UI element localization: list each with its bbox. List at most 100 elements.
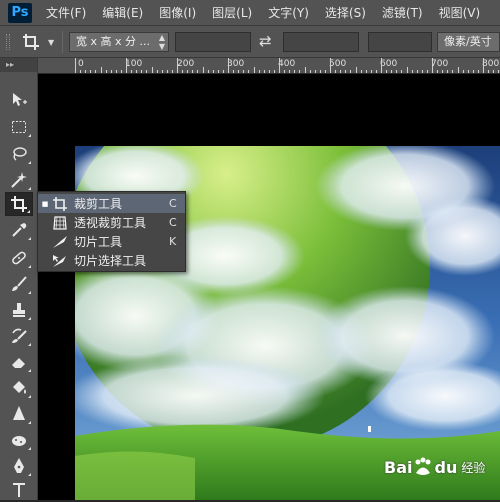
ruler-label: 200 (177, 59, 195, 69)
ruler-label: 100 (125, 59, 143, 69)
flyout-slice-select-tool[interactable]: 切片选择工具 (38, 251, 185, 270)
menu-type[interactable]: 文字(Y) (268, 4, 309, 21)
ruler-tick (411, 70, 413, 73)
select-arrows-icon: ▲ ▼ (158, 33, 165, 51)
menu-image[interactable]: 图像(I) (159, 4, 196, 21)
unit-select[interactable]: 像素/英寸 (437, 32, 500, 52)
ratio-select[interactable]: 宽 x 高 x 分 ... ▲ ▼ (69, 32, 169, 52)
marquee-tool[interactable] (5, 115, 33, 139)
magic-wand-tool[interactable] (5, 168, 33, 192)
flyout-perspective-crop-tool[interactable]: 透视裁剪工具 C (38, 213, 185, 232)
menu-edit[interactable]: 编辑(E) (102, 4, 143, 21)
menu-filter[interactable]: 滤镜(T) (382, 4, 423, 21)
ruler-tick (75, 58, 76, 73)
ruler-tick (493, 70, 495, 73)
resolution-field[interactable] (368, 32, 432, 52)
ruler-tick (498, 70, 500, 73)
crop-tool-icon (11, 196, 27, 212)
crop-icon[interactable] (22, 33, 40, 51)
sponge-icon (12, 436, 26, 446)
ruler-tick (202, 67, 204, 73)
options-bar: ▼ 宽 x 高 x 分 ... ▲ ▼ ⇄ 像素/英寸 (0, 26, 500, 58)
slice-knife-icon (53, 235, 67, 248)
watermark-brand-suffix: du (434, 457, 458, 477)
menu-select[interactable]: 选择(S) (325, 4, 366, 21)
ruler-tick (432, 58, 433, 73)
ruler-tick (447, 70, 449, 73)
watermark-subtitle: 经验 (461, 460, 486, 475)
blur-tool[interactable] (5, 402, 33, 426)
ruler-tick (197, 70, 199, 73)
ratio-select-value: 宽 x 高 x 分 ... (76, 35, 150, 48)
ruler-tick (406, 67, 408, 73)
menu-file[interactable]: 文件(F) (46, 4, 86, 21)
menu-view[interactable]: 视图(V) (439, 4, 481, 21)
clone-stamp-tool[interactable] (5, 298, 33, 322)
slice-select-icon (53, 254, 66, 267)
pen-tool[interactable] (5, 454, 33, 478)
ruler-tick (171, 70, 173, 73)
ruler-tick (177, 58, 178, 73)
blur-drop-icon (13, 406, 25, 420)
ruler-tick (340, 70, 342, 73)
ruler-tick (248, 70, 250, 73)
ruler-tick (212, 70, 214, 73)
ruler-tick (355, 67, 357, 73)
eraser-tool[interactable] (5, 350, 33, 374)
dodge-tool[interactable] (5, 428, 33, 452)
eyedropper-icon (12, 223, 27, 237)
ruler-tick (324, 70, 326, 73)
ruler-tick (381, 58, 382, 73)
selected-bullet-icon: ■ (41, 199, 49, 208)
ruler-tick (467, 70, 469, 73)
flyout-crop-tool[interactable]: ■ 裁剪工具 C (38, 194, 185, 213)
ruler-tick (100, 67, 102, 73)
ruler-label: 400 (278, 59, 296, 69)
flyout-item-shortcut: K (169, 235, 177, 248)
ruler-tick (472, 70, 474, 73)
ruler-tick (126, 58, 127, 73)
ruler-tick (442, 70, 444, 73)
width-field[interactable] (175, 32, 251, 52)
flyout-slice-tool[interactable]: 切片工具 K (38, 232, 185, 251)
ruler-tick (370, 70, 372, 73)
brush-tool[interactable] (5, 272, 33, 296)
toolbox-header[interactable]: ▸▸ (0, 58, 37, 72)
type-tool[interactable] (5, 478, 33, 502)
ruler-tick (294, 70, 296, 73)
ruler-tick (258, 70, 260, 73)
crop-tool[interactable] (5, 192, 33, 216)
move-tool[interactable] (5, 88, 33, 112)
rectangle-marquee-icon (12, 121, 26, 133)
lasso-tool[interactable] (5, 142, 33, 166)
ruler-tick (284, 70, 286, 73)
eyedropper-tool[interactable] (5, 218, 33, 242)
ruler-tick (426, 70, 428, 73)
options-grip-handle[interactable] (6, 34, 10, 50)
flyout-item-label: 切片选择工具 (74, 254, 147, 268)
ruler-tick (452, 70, 454, 73)
ruler-tick (268, 70, 270, 73)
ruler-tick (263, 70, 265, 73)
crop-tool-flyout: ■ 裁剪工具 C 透视裁剪工具 C 切片工具 K 切片选择工具 (37, 191, 186, 272)
ruler-tick (319, 70, 321, 73)
ruler-tick (151, 67, 153, 73)
ruler-tick (396, 70, 398, 73)
ruler-tick (365, 70, 367, 73)
paint-bucket-tool[interactable] (5, 376, 33, 400)
menu-layer[interactable]: 图层(L) (212, 4, 252, 21)
history-brush-tool[interactable] (5, 324, 33, 348)
healing-brush-tool[interactable] (5, 246, 33, 270)
ruler-tick (437, 70, 439, 73)
ruler-tick (375, 70, 377, 73)
swap-dimensions-icon[interactable]: ⇄ (259, 32, 272, 50)
height-field[interactable] (283, 32, 359, 52)
move-icon (13, 93, 27, 106)
brush-icon (12, 276, 27, 291)
tool-preset-caret-icon[interactable]: ▼ (48, 38, 54, 47)
ruler-label: 700 (431, 59, 449, 69)
type-icon (13, 483, 25, 497)
ruler-tick (273, 70, 275, 73)
ruler-tick (161, 70, 163, 73)
ruler-tick (233, 70, 235, 73)
